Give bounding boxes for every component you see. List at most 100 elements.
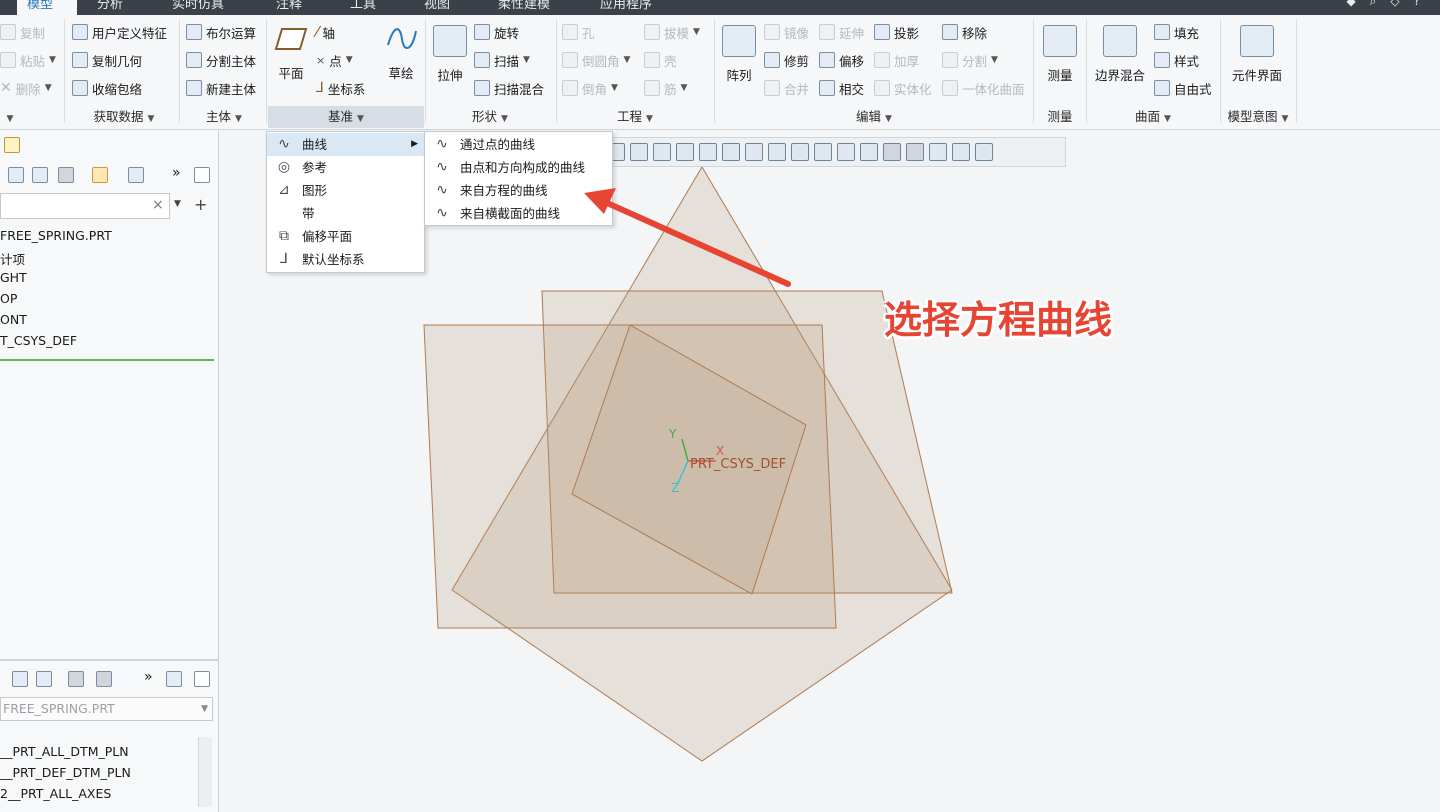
model-intent-group-label[interactable]: 模型意图 ▼ <box>1222 106 1294 128</box>
layer-model-select[interactable]: FREE_SPRING.PRT ▼ <box>0 697 213 721</box>
menu-item-reference[interactable]: ◎ 参考 <box>267 156 424 179</box>
datum-display-icon[interactable] <box>814 143 832 161</box>
model-tree-search-input[interactable] <box>0 193 170 219</box>
spin-center-icon[interactable] <box>906 143 924 161</box>
tree-item-front[interactable]: ONT <box>0 312 27 327</box>
remove-button[interactable]: 移除 <box>942 21 987 43</box>
layer-props-icon[interactable] <box>166 671 182 687</box>
add-icon[interactable]: + <box>194 195 207 214</box>
tree-item-design-items[interactable]: 计项 <box>0 249 25 268</box>
new-body-button[interactable]: 新建主体 <box>186 77 256 99</box>
tree-item-right[interactable]: GHT <box>0 270 27 285</box>
trim-button[interactable]: 修剪 <box>764 49 809 71</box>
draft-button[interactable]: 拔模 ▼ <box>644 21 700 43</box>
mirror-button[interactable]: 镜像 <box>764 21 809 43</box>
menu-item-curve-points-directions[interactable]: ∿ 由点和方向构成的曲线 <box>425 156 612 179</box>
csys-display-icon[interactable] <box>883 143 901 161</box>
menu-item-curve[interactable]: ∿ 曲线 ▶ <box>267 133 424 156</box>
tab-model[interactable]: 模型 <box>17 0 77 15</box>
menu-item-curve-from-cross-section[interactable]: ∿ 来自横截面的曲线 <box>425 202 612 225</box>
point-display-icon[interactable] <box>860 143 878 161</box>
shrinkwrap-button[interactable]: 收缩包络 <box>72 77 142 99</box>
display-style-icon[interactable] <box>745 143 763 161</box>
sweep-button[interactable]: 扫描 ▼ <box>474 49 530 71</box>
shapes-group-label[interactable]: 形状 ▼ <box>428 106 552 128</box>
tree-filter-icon[interactable] <box>58 167 74 183</box>
split-body-button[interactable]: 分割主体 <box>186 49 256 71</box>
revolve-button[interactable]: 旋转 <box>474 21 519 43</box>
menu-item-offset-plane[interactable]: ⧉ 偏移平面 <box>267 225 424 248</box>
axis-button[interactable]: ⁄ 轴 <box>316 21 335 43</box>
solidify-button[interactable]: 实体化 <box>874 77 932 99</box>
csys-button[interactable]: ⅃ 坐标系 <box>316 77 365 99</box>
unify-surface-button[interactable]: 一体化曲面 <box>942 77 1025 99</box>
tree-item-top[interactable]: OP <box>0 291 17 306</box>
annotation-filter-icon[interactable] <box>929 143 947 161</box>
search-dropdown-icon[interactable]: ▼ <box>174 199 181 209</box>
measure-group-label[interactable]: 测量 <box>1036 106 1084 128</box>
extend-button[interactable]: 延伸 <box>819 21 864 43</box>
tree-columns-icon[interactable] <box>32 167 48 183</box>
body-group-label[interactable]: 主体 ▼ <box>186 106 262 128</box>
delete-button[interactable]: ✕ 删除 ▼ <box>0 77 52 99</box>
extrude-button[interactable]: 拉伸 <box>432 25 468 84</box>
tree-item-root[interactable]: FREE_SPRING.PRT <box>0 228 112 243</box>
plane-button[interactable]: 平面 <box>272 25 310 82</box>
zoom-out-icon[interactable] <box>630 143 648 161</box>
panel-splitter[interactable] <box>0 659 219 661</box>
folder-icon[interactable] <box>4 137 20 153</box>
tab-simulation[interactable]: 实时仿真 <box>162 0 234 15</box>
merge-button[interactable]: 合并 <box>764 77 809 99</box>
pause-icon[interactable] <box>952 143 970 161</box>
tab-analysis[interactable]: 分析 <box>87 0 133 15</box>
clear-search-icon[interactable]: × <box>152 197 164 213</box>
boundary-blend-button[interactable]: 边界混合 <box>1092 25 1148 84</box>
tab-annotate[interactable]: 注释 <box>266 0 312 15</box>
point-button[interactable]: × 点 ▼ <box>316 49 353 71</box>
measure-button[interactable]: 测量 <box>1040 25 1080 84</box>
tree-item-csys[interactable]: T_CSYS_DEF <box>0 333 77 348</box>
round-button[interactable]: 倒圆角 ▼ <box>562 49 630 71</box>
operations-group-label[interactable]: ▼ <box>0 106 20 128</box>
rib-button[interactable]: 筋 ▼ <box>644 77 687 99</box>
thicken-button[interactable]: 加厚 <box>874 49 919 71</box>
freestyle-button[interactable]: 自由式 <box>1154 77 1212 99</box>
engineering-group-label[interactable]: 工程 ▼ <box>560 106 710 128</box>
annotation-display-icon[interactable] <box>837 143 855 161</box>
csys-label[interactable]: PRT_CSYS_DEF <box>690 457 786 472</box>
refit-icon[interactable] <box>653 143 671 161</box>
layer-more-icon[interactable]: » <box>144 669 153 685</box>
window-controls-icon[interactable]: ◆⌕◇? <box>1346 0 1434 9</box>
chamfer-button[interactable]: 倒角 ▼ <box>562 77 618 99</box>
boolean-button[interactable]: 布尔运算 <box>186 21 256 43</box>
layer-scrollbar[interactable] <box>198 737 212 807</box>
section-icon[interactable] <box>768 143 786 161</box>
menu-item-ribbon[interactable]: 带 <box>267 202 424 225</box>
layer-notes-icon[interactable] <box>194 671 210 687</box>
layer-list-icon[interactable] <box>12 671 28 687</box>
tab-view[interactable]: 视图 <box>414 0 460 15</box>
menu-item-default-csys[interactable]: ⅃ 默认坐标系 <box>267 248 424 271</box>
settings-tree-icon[interactable] <box>128 167 144 183</box>
datum-group-label[interactable]: 基准 ▼ <box>268 106 424 128</box>
insert-marker[interactable] <box>0 359 214 361</box>
tab-applications[interactable]: 应用程序 <box>590 0 662 15</box>
surfaces-group-label[interactable]: 曲面 ▼ <box>1088 106 1218 128</box>
project-button[interactable]: 投影 <box>874 21 919 43</box>
shell-button[interactable]: 壳 <box>644 49 677 71</box>
swept-blend-button[interactable]: 扫描混合 <box>474 77 544 99</box>
tab-flexible-modeling[interactable]: 柔性建模 <box>488 0 560 15</box>
menu-item-graph[interactable]: ⊿ 图形 <box>267 179 424 202</box>
tree-list-icon[interactable] <box>8 167 24 183</box>
view-orientation-icon[interactable] <box>699 143 717 161</box>
more-icon[interactable]: » <box>172 165 181 181</box>
layer-settings-icon[interactable] <box>96 671 112 687</box>
repaint-icon[interactable] <box>676 143 694 161</box>
get-data-group-label[interactable]: 获取数据 ▼ <box>72 106 176 128</box>
fill-button[interactable]: 填充 <box>1154 21 1199 43</box>
copy-geometry-button[interactable]: 复制几何 <box>72 49 142 71</box>
layer-item-all-dtm-pln[interactable]: __PRT_ALL_DTM_PLN <box>0 744 129 759</box>
menu-item-curve-through-points[interactable]: ∿ 通过点的曲线 <box>425 133 612 156</box>
style-button[interactable]: 样式 <box>1154 49 1199 71</box>
udf-button[interactable]: 用户定义特征 <box>72 21 167 43</box>
